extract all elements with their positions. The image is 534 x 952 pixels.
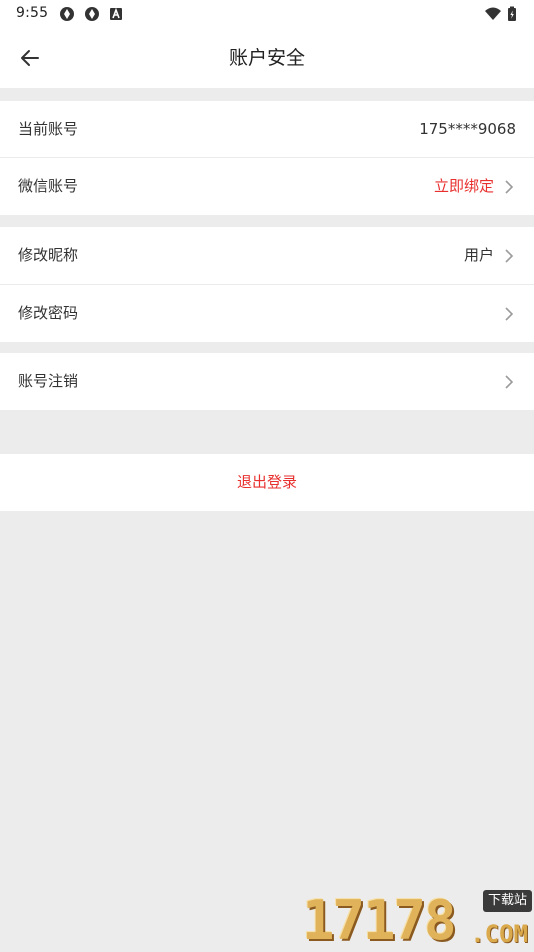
chevron-right-icon <box>505 307 514 321</box>
chevron-right-icon <box>505 375 514 389</box>
change-password-row[interactable]: 修改密码 <box>0 285 534 342</box>
edit-nickname-row[interactable]: 修改昵称 用户 <box>0 227 534 284</box>
row-label: 修改密码 <box>18 304 79 322</box>
battery-charging-icon <box>508 6 516 21</box>
page-title: 账户安全 <box>228 47 305 69</box>
nickname-value: 用户 <box>463 246 494 264</box>
watermark-suffix: .COM <box>470 920 528 948</box>
aperture-icon <box>60 7 74 21</box>
chevron-right-icon <box>505 249 514 263</box>
watermark-tag: 下载站 <box>482 890 532 912</box>
row-label: 微信账号 <box>18 177 79 195</box>
row-label: 修改昵称 <box>18 246 79 264</box>
wifi-icon <box>485 7 501 20</box>
row-label: 账号注销 <box>18 372 79 390</box>
site-watermark: 17178 下载站 .COM <box>302 888 532 950</box>
logout-button[interactable]: 退出登录 <box>0 454 534 511</box>
watermark-digits: 17178 <box>302 889 457 952</box>
chevron-right-icon <box>505 180 514 194</box>
logout-label: 退出登录 <box>236 473 297 491</box>
aperture-icon <box>85 7 99 21</box>
arrow-left-icon <box>21 50 39 66</box>
current-account-row: 当前账号 175****9068 <box>0 101 534 158</box>
delete-account-row[interactable]: 账号注销 <box>0 353 534 410</box>
back-button[interactable] <box>10 40 50 76</box>
status-time: 9:55 <box>16 5 49 21</box>
row-label: 当前账号 <box>18 120 79 138</box>
app-bar: 账户安全 <box>0 28 534 88</box>
bind-now-link[interactable]: 立即绑定 <box>434 158 494 215</box>
status-bar: 9:55 <box>0 0 534 28</box>
current-account-value: 175****9068 <box>419 120 516 138</box>
font-icon <box>110 7 122 20</box>
wechat-account-row[interactable]: 微信账号 立即绑定 <box>0 158 534 215</box>
